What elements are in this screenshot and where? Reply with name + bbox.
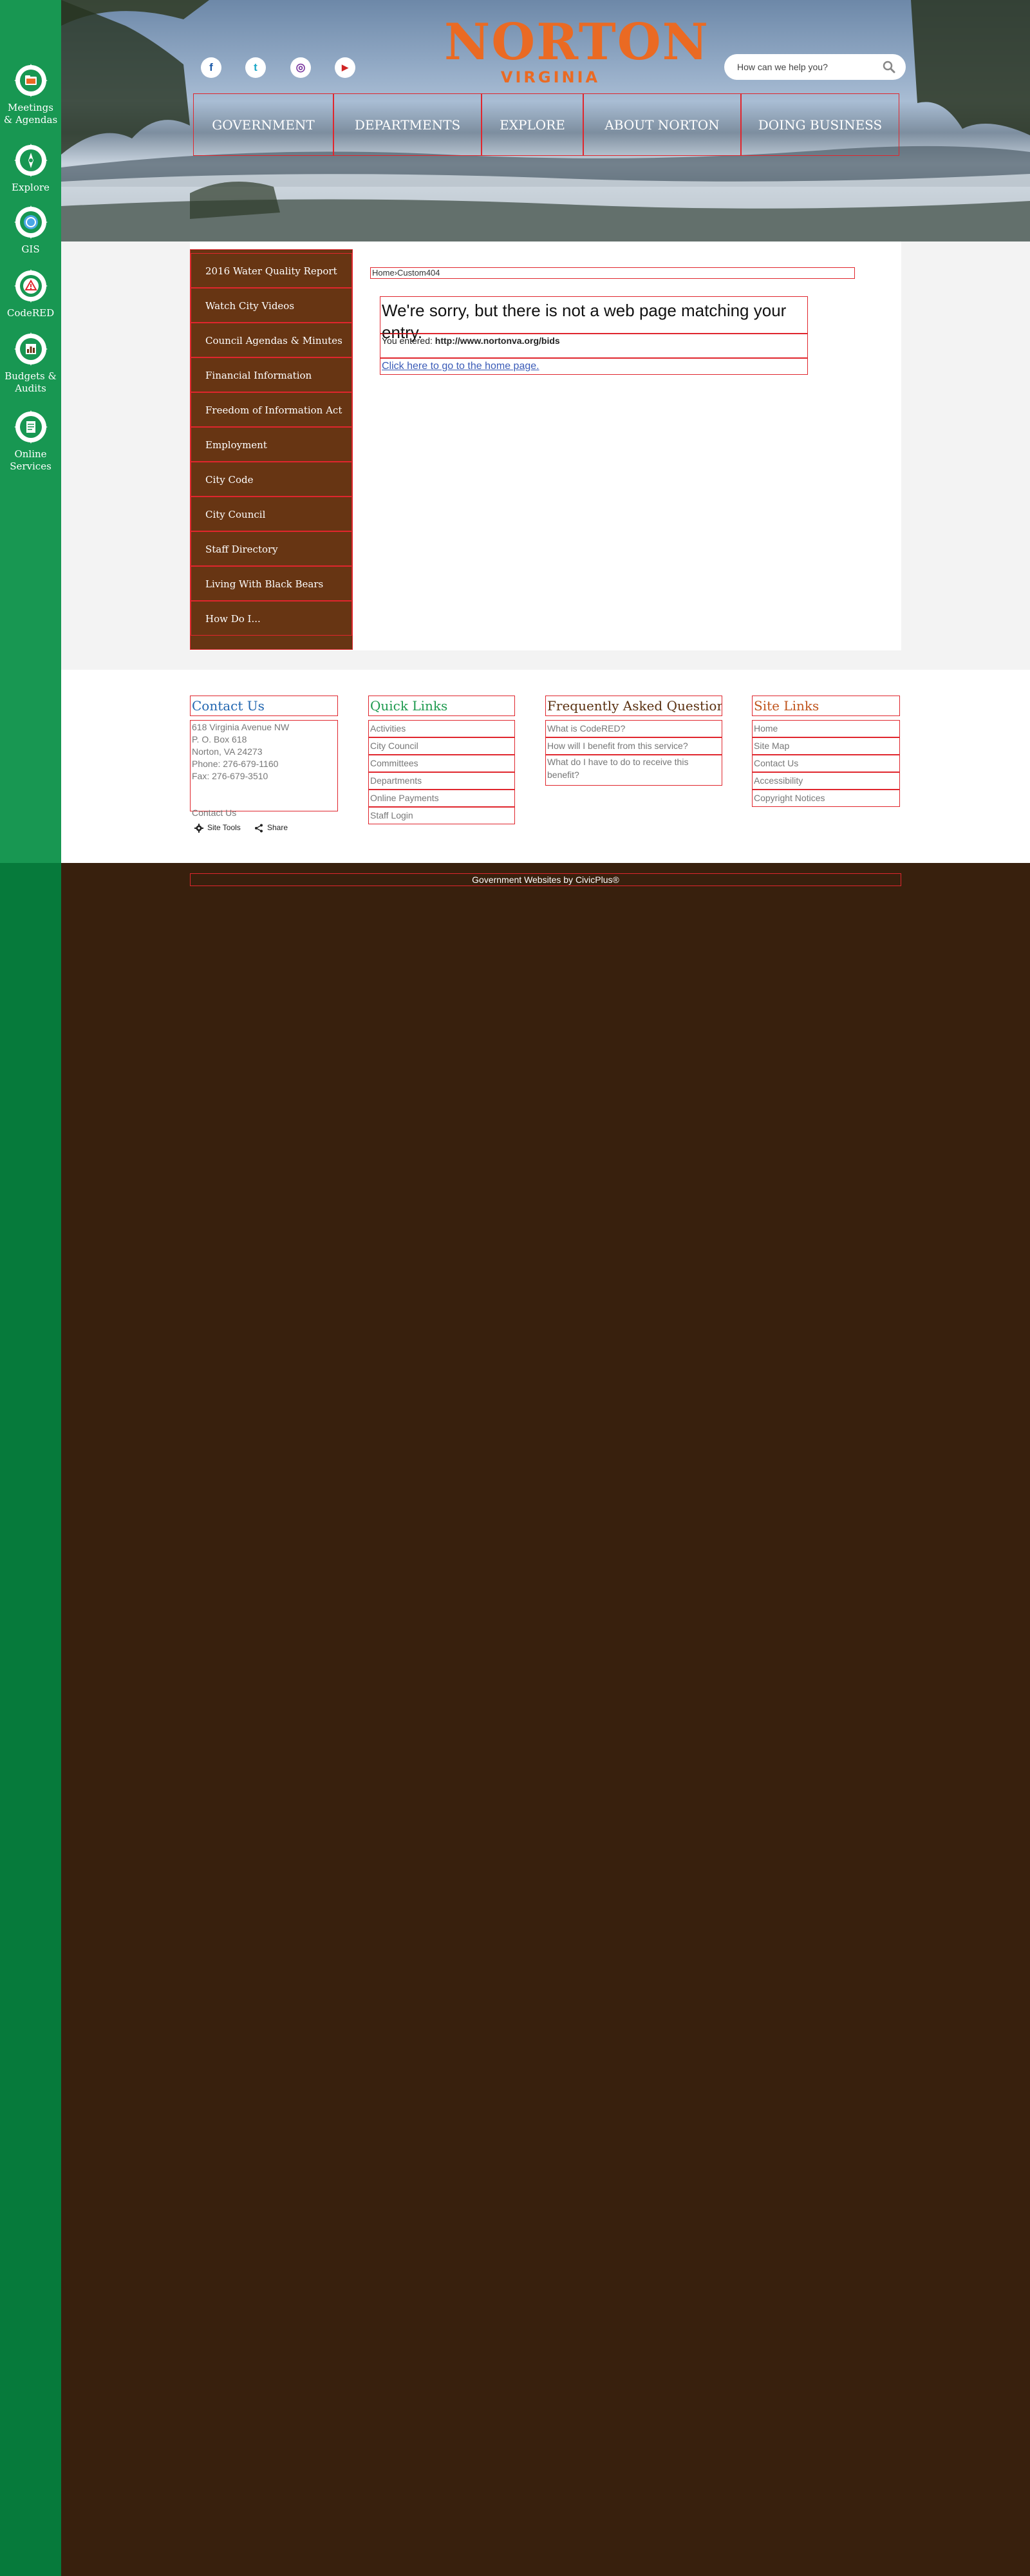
- subnav-item[interactable]: Watch City Videos: [191, 288, 352, 323]
- subnav-item[interactable]: Freedom of Information Act: [191, 392, 352, 427]
- nav-explore[interactable]: EXPLORE: [482, 93, 583, 156]
- rail-item-explore[interactable]: Explore: [0, 143, 61, 194]
- subnav-item[interactable]: How Do I...: [191, 601, 352, 636]
- rail-label: Online Services: [10, 448, 52, 472]
- breadcrumb-home-link[interactable]: Home: [372, 268, 395, 278]
- rail-item-meetings-agendas[interactable]: Meetings & Agendas: [0, 63, 61, 126]
- facebook-icon: f: [209, 61, 213, 73]
- logo-name: NORTON: [444, 13, 709, 71]
- site-links-heading: Site Links: [752, 696, 900, 716]
- nav-doing-business[interactable]: DOING BUSINESS: [741, 93, 899, 156]
- contact-us-link[interactable]: Contact Us: [192, 808, 236, 818]
- faq-link[interactable]: What do I have to do to receive this ben…: [545, 755, 722, 786]
- instagram-link[interactable]: ◎: [290, 57, 311, 78]
- contact-fax: Fax: 276-679-3510: [192, 771, 268, 781]
- facebook-link[interactable]: f: [201, 57, 221, 78]
- rail-label: Budgets & Audits: [5, 370, 57, 394]
- quick-link[interactable]: Activities: [368, 720, 515, 737]
- civicplus-credit-link[interactable]: Government Websites by CivicPlus®: [190, 873, 901, 886]
- rail-label: Meetings & Agendas: [3, 102, 58, 126]
- contact-phone: Phone: 276-679-1160: [192, 759, 279, 769]
- faq-link[interactable]: How will I benefit from this service?: [545, 737, 722, 755]
- contact-heading: Contact Us: [190, 696, 338, 716]
- share-label: Share: [267, 823, 288, 832]
- site-link[interactable]: Copyright Notices: [752, 790, 900, 807]
- twitter-link[interactable]: t: [245, 57, 266, 78]
- breadcrumb: Home›Custom404: [370, 267, 855, 279]
- site-link[interactable]: Accessibility: [752, 772, 900, 790]
- site-tools-button[interactable]: Site Tools: [194, 821, 241, 834]
- home-page-link[interactable]: Click here to go to the home page.: [382, 361, 539, 372]
- subnav-item[interactable]: Employment: [191, 427, 352, 462]
- home-link-row: Click here to go to the home page.: [380, 358, 808, 375]
- rail-item-codered[interactable]: CodeRED: [0, 269, 61, 319]
- gear-icon: [194, 823, 203, 833]
- site-logo[interactable]: NORTON VIRGINIA: [444, 13, 709, 90]
- site-link[interactable]: Contact Us: [752, 755, 900, 772]
- faq-heading: Frequently Asked Questions: [545, 696, 722, 716]
- entered-url-line: You entered: http://www.nortonva.org/bid…: [380, 334, 808, 358]
- quick-link[interactable]: Staff Login: [368, 807, 515, 824]
- nav-about-norton[interactable]: ABOUT NORTON: [583, 93, 741, 156]
- twitter-icon: t: [254, 61, 258, 73]
- subnav-item[interactable]: 2016 Water Quality Report: [191, 253, 352, 288]
- rail-label: Explore: [12, 182, 50, 193]
- subnav-item[interactable]: City Code: [191, 462, 352, 497]
- error-title: We're sorry, but there is not a web page…: [380, 296, 808, 342]
- site-link[interactable]: Home: [752, 720, 900, 737]
- search-input[interactable]: [737, 61, 876, 73]
- entered-url: http://www.nortonva.org/bids: [435, 336, 560, 346]
- globe-icon: [14, 205, 48, 239]
- contact-address-line: 618 Virginia Avenue NW: [192, 722, 290, 732]
- site-tools-label: Site Tools: [207, 823, 241, 832]
- sub-navigation: 2016 Water Quality Report Watch City Vid…: [190, 249, 353, 650]
- share-icon: [255, 824, 263, 833]
- folder-icon: [14, 64, 48, 97]
- contact-city-line: Norton, VA 24273: [192, 746, 263, 757]
- site-link[interactable]: Site Map: [752, 737, 900, 755]
- rail-label: CodeRED: [6, 307, 55, 319]
- subnav-item[interactable]: Staff Directory: [191, 531, 352, 566]
- warning-icon: [14, 269, 48, 303]
- site-header: f t ◎ ▶ NORTON VIRGINIA GOVERNMENT DEPAR…: [61, 0, 1030, 242]
- nav-government[interactable]: GOVERNMENT: [193, 93, 333, 156]
- nav-departments[interactable]: DEPARTMENTS: [333, 93, 482, 156]
- quick-links-heading: Quick Links: [368, 696, 515, 716]
- contact-info: 618 Virginia Avenue NW P. O. Box 618 Nor…: [190, 720, 338, 818]
- main-nav: GOVERNMENT DEPARTMENTS EXPLORE ABOUT NOR…: [193, 93, 899, 156]
- quick-link[interactable]: Online Payments: [368, 790, 515, 807]
- youtube-icon: ▶: [342, 62, 348, 72]
- instagram-icon: ◎: [295, 61, 306, 73]
- quick-link[interactable]: Departments: [368, 772, 515, 790]
- youtube-link[interactable]: ▶: [335, 57, 355, 78]
- bar-chart-icon: [14, 332, 48, 366]
- subnav-item[interactable]: Council Agendas & Minutes: [191, 323, 352, 357]
- entered-label: You entered:: [382, 336, 433, 346]
- rail-label: GIS: [21, 243, 40, 255]
- rail-item-gis[interactable]: GIS: [0, 205, 61, 256]
- quick-access-rail: Meetings & Agendas Explore GIS CodeRED B…: [0, 0, 61, 2576]
- contact-po-box: P. O. Box 618: [192, 734, 247, 744]
- share-button[interactable]: Share: [254, 821, 288, 834]
- compass-icon: [14, 144, 48, 177]
- subnav-item[interactable]: Living With Black Bears: [191, 566, 352, 601]
- search-box: [724, 54, 906, 80]
- quick-link[interactable]: Committees: [368, 755, 515, 772]
- rail-item-online-services[interactable]: Online Services: [0, 410, 61, 473]
- search-icon[interactable]: [883, 61, 895, 73]
- quick-link[interactable]: City Council: [368, 737, 515, 755]
- subnav-item[interactable]: City Council: [191, 497, 352, 531]
- rail-item-budgets-audits[interactable]: Budgets & Audits: [0, 332, 61, 395]
- breadcrumb-current: Custom404: [397, 268, 440, 278]
- document-icon: [14, 410, 48, 444]
- faq-link[interactable]: What is CodeRED?: [545, 720, 722, 737]
- subnav-item[interactable]: Financial Information: [191, 357, 352, 392]
